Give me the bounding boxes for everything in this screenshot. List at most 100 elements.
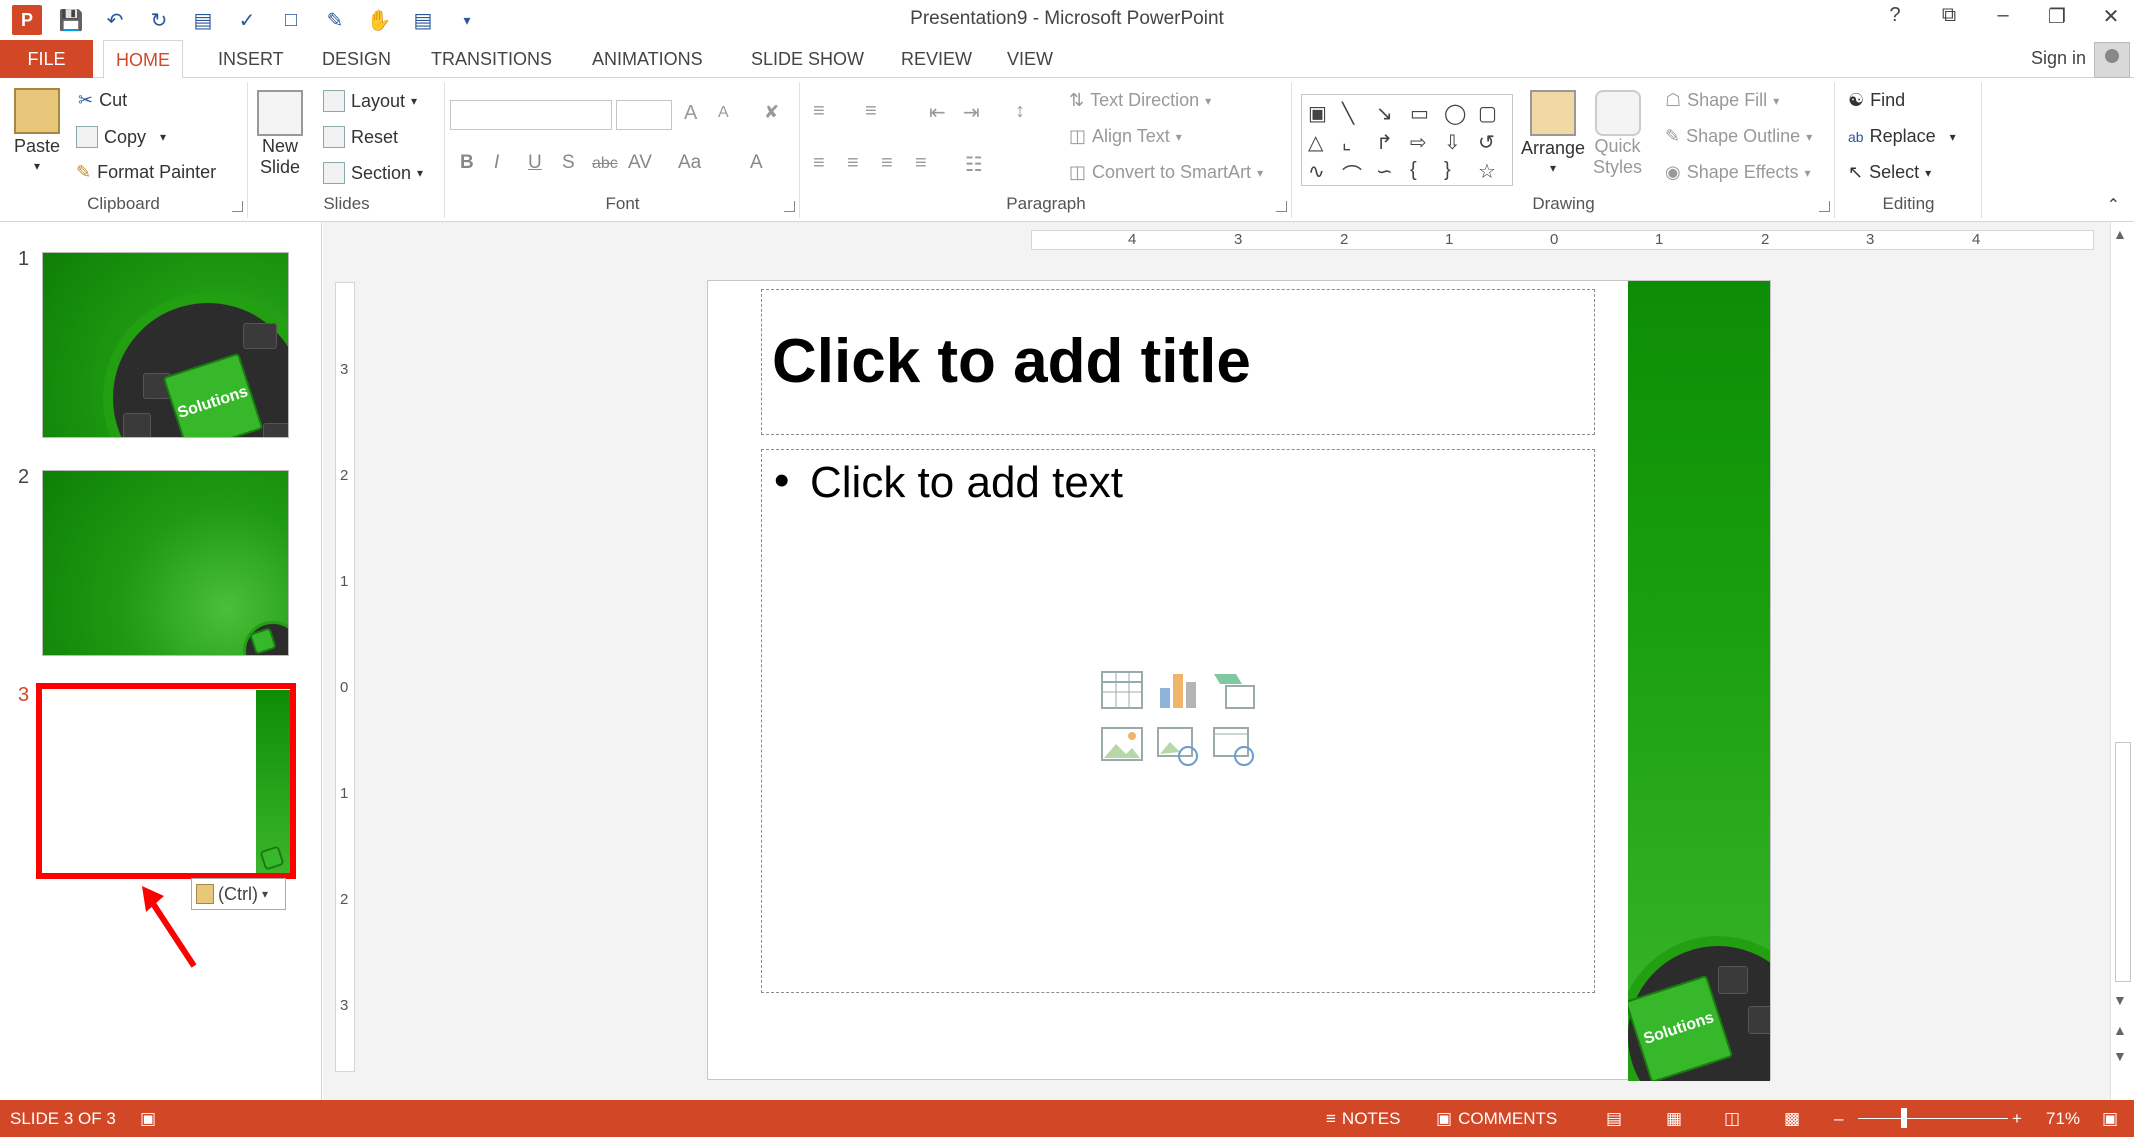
- arrow-line-shape-icon[interactable]: ↘: [1376, 101, 1406, 126]
- elbow-connector-icon[interactable]: ⌞: [1342, 130, 1372, 155]
- select-button[interactable]: ↖ Select ▾: [1848, 162, 1931, 183]
- scroll-up-icon[interactable]: ▲: [2113, 226, 2127, 242]
- columns-icon[interactable]: ☷: [965, 152, 983, 177]
- text-direction-button[interactable]: ⇅ Text Direction ▾: [1069, 90, 1211, 111]
- character-spacing-button[interactable]: AV: [628, 152, 652, 174]
- underline-button[interactable]: U: [528, 152, 542, 174]
- layout-button[interactable]: Layout ▾: [323, 90, 417, 112]
- tab-transitions[interactable]: TRANSITIONS: [419, 40, 564, 78]
- shape-outline-button[interactable]: ✎ Shape Outline ▾: [1665, 126, 1812, 147]
- section-button[interactable]: Section ▾: [323, 162, 423, 184]
- clear-formatting-icon[interactable]: ✘: [764, 102, 779, 123]
- minimize-button[interactable]: –: [1990, 4, 2016, 29]
- tab-slide-show[interactable]: SLIDE SHOW: [739, 40, 876, 78]
- increase-font-button[interactable]: A: [684, 102, 697, 125]
- zoom-slider-knob[interactable]: [1901, 1108, 1907, 1128]
- justify-icon[interactable]: ≡: [915, 152, 927, 175]
- insert-video-icon[interactable]: [1212, 724, 1256, 768]
- oval-shape-icon[interactable]: ◯: [1444, 101, 1474, 126]
- slide-thumbnails-panel[interactable]: 1 Solutions 2 3 (Ctrl) ▾: [0, 222, 322, 1100]
- scribble-shape-icon[interactable]: ∿: [1308, 159, 1338, 188]
- new-slide-button[interactable]: New Slide: [257, 90, 303, 178]
- tab-review[interactable]: REVIEW: [889, 40, 984, 78]
- right-arrow-shape-icon[interactable]: ⇨: [1410, 130, 1440, 155]
- decrease-font-button[interactable]: A: [718, 104, 729, 122]
- tab-animations[interactable]: ANIMATIONS: [580, 40, 715, 78]
- drawing-launcher-icon[interactable]: [1819, 201, 1830, 212]
- tab-insert[interactable]: INSERT: [206, 40, 296, 78]
- comments-button[interactable]: ▣ COMMENTS: [1436, 1109, 1557, 1129]
- font-launcher-icon[interactable]: [784, 201, 795, 212]
- next-slide-icon[interactable]: ▼: [2113, 1048, 2127, 1064]
- close-button[interactable]: ✕: [2098, 4, 2124, 29]
- insert-online-picture-icon[interactable]: [1156, 724, 1200, 768]
- insert-chart-icon[interactable]: [1156, 668, 1200, 712]
- font-size-input[interactable]: [616, 100, 672, 130]
- shapes-gallery[interactable]: ▣ ╲ ↘ ▭ ◯ ▢ △ ⌞ ↱ ⇨ ⇩ ↺ ∿ ⌒ ∽ { } ☆: [1301, 94, 1513, 188]
- line-spacing-icon[interactable]: ↕: [1015, 100, 1025, 123]
- strikethrough-button[interactable]: abc: [592, 155, 618, 173]
- restore-button[interactable]: ❐: [2044, 4, 2070, 29]
- copy-button[interactable]: Copy ▾: [76, 126, 166, 148]
- zoom-level[interactable]: 71%: [2046, 1109, 2080, 1129]
- replace-button[interactable]: ab Replace ▾: [1848, 126, 1956, 147]
- spell-check-icon[interactable]: ▣: [140, 1109, 156, 1129]
- previous-slide-icon[interactable]: ▲: [2113, 1022, 2127, 1038]
- slide-canvas[interactable]: Click to add title • Click to add text S…: [707, 280, 1771, 1081]
- decrease-indent-icon[interactable]: ⇤: [929, 100, 946, 125]
- zoom-in-button[interactable]: +: [2012, 1109, 2022, 1129]
- help-button[interactable]: ?: [1882, 4, 1908, 29]
- insert-picture-icon[interactable]: [1100, 724, 1144, 768]
- change-case-button[interactable]: Aa: [678, 152, 701, 174]
- scrollbar-thumb[interactable]: [2115, 742, 2131, 982]
- normal-view-icon[interactable]: ▤: [1606, 1109, 1622, 1129]
- reset-button[interactable]: Reset: [323, 126, 398, 148]
- align-left-icon[interactable]: ≡: [813, 152, 825, 175]
- slide-thumbnail-2[interactable]: [42, 470, 289, 656]
- rectangle-shape-icon[interactable]: ▭: [1410, 101, 1440, 126]
- down-arrow-shape-icon[interactable]: ⇩: [1444, 130, 1474, 155]
- paste-button[interactable]: Paste ▾: [14, 88, 60, 173]
- slide-thumbnail-1[interactable]: Solutions: [42, 252, 289, 438]
- vertical-scrollbar[interactable]: ▲ ▼ ▲ ▼: [2110, 222, 2134, 1100]
- avatar[interactable]: [2094, 42, 2130, 78]
- tab-file[interactable]: FILE: [0, 40, 93, 78]
- convert-smartart-button[interactable]: ◫ Convert to SmartArt ▾: [1069, 162, 1263, 183]
- tab-view[interactable]: VIEW: [995, 40, 1065, 78]
- bullets-icon[interactable]: ≡: [813, 100, 825, 123]
- cut-button[interactable]: ✂ Cut: [78, 90, 127, 111]
- font-color-button[interactable]: A: [750, 152, 763, 174]
- slide-counter[interactable]: SLIDE 3 OF 3: [10, 1109, 116, 1129]
- collapse-ribbon-icon[interactable]: ⌃: [2107, 195, 2120, 215]
- increase-indent-icon[interactable]: ⇥: [963, 100, 980, 125]
- align-text-button[interactable]: ◫ Align Text ▾: [1069, 126, 1182, 147]
- font-name-input[interactable]: [450, 100, 612, 130]
- paragraph-launcher-icon[interactable]: [1276, 201, 1287, 212]
- shape-effects-button[interactable]: ◉ Shape Effects ▾: [1665, 162, 1811, 183]
- text-shadow-button[interactable]: S: [562, 152, 575, 174]
- slide-sorter-icon[interactable]: ▦: [1666, 1109, 1682, 1129]
- shape-fill-button[interactable]: ☖ Shape Fill ▾: [1665, 90, 1779, 111]
- ribbon-display-options-button[interactable]: ⧉: [1936, 4, 1962, 29]
- freeform-shape-icon[interactable]: ↺: [1478, 130, 1508, 155]
- text-box-shape-icon[interactable]: ▣: [1308, 101, 1338, 126]
- find-button[interactable]: ☯ Find: [1848, 90, 1905, 111]
- elbow-arrow-icon[interactable]: ↱: [1376, 130, 1406, 155]
- bold-button[interactable]: B: [460, 152, 474, 174]
- align-center-icon[interactable]: ≡: [847, 152, 859, 175]
- notes-button[interactable]: ≡ NOTES: [1326, 1109, 1400, 1129]
- right-brace-shape-icon[interactable]: }: [1444, 159, 1474, 188]
- content-placeholder[interactable]: • Click to add text: [761, 449, 1595, 993]
- curve-shape-icon[interactable]: ∽: [1376, 159, 1406, 188]
- sign-in-link[interactable]: Sign in: [2031, 48, 2086, 69]
- title-placeholder[interactable]: Click to add title: [761, 289, 1595, 435]
- slide-show-icon[interactable]: ▩: [1784, 1109, 1800, 1129]
- rounded-rect-shape-icon[interactable]: ▢: [1478, 101, 1508, 126]
- left-brace-shape-icon[interactable]: {: [1410, 159, 1440, 188]
- tab-design[interactable]: DESIGN: [310, 40, 403, 78]
- arrange-button[interactable]: Arrange ▾: [1521, 90, 1585, 175]
- fit-to-window-icon[interactable]: ▣: [2102, 1109, 2118, 1129]
- insert-smartart-icon[interactable]: [1212, 668, 1256, 712]
- align-right-icon[interactable]: ≡: [881, 152, 893, 175]
- scroll-down-icon[interactable]: ▼: [2113, 992, 2127, 1008]
